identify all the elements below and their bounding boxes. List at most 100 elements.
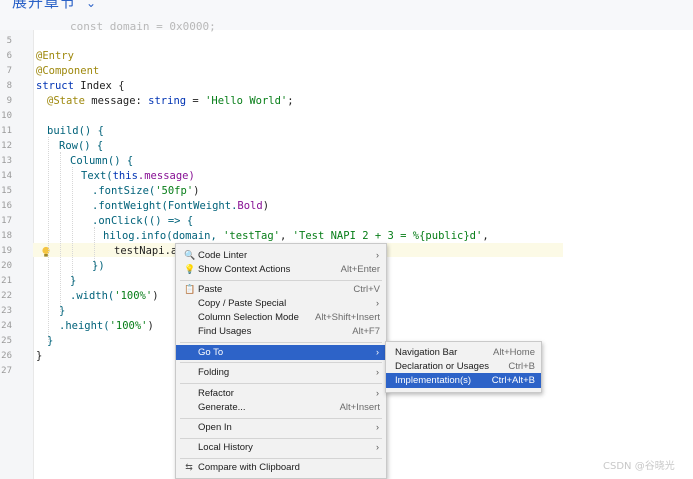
code-line: .fontSize('50fp') xyxy=(92,185,200,197)
code-line: Column() { xyxy=(70,155,134,167)
line-number: 19 xyxy=(1,246,12,256)
menu-separator xyxy=(180,362,382,363)
menu-item-shortcut: Ctrl+V xyxy=(353,284,380,295)
code-line: } xyxy=(70,275,77,287)
expand-chapter-toggle[interactable]: 展开章节 ⌄ xyxy=(12,0,97,12)
menu-item-label: Column Selection Mode xyxy=(198,312,299,323)
code-line: .onClick(() => { xyxy=(92,215,194,227)
bulb-icon: 💡 xyxy=(184,264,196,274)
menu-item-code-linter[interactable]: 🔍 Code Linter › xyxy=(176,248,386,263)
menu-separator xyxy=(180,383,382,384)
menu-item-label: Folding xyxy=(198,367,230,378)
code-line: @State message: string = 'Hello World'; xyxy=(47,95,294,107)
menu-separator xyxy=(180,342,382,343)
line-number: 26 xyxy=(1,351,12,361)
line-number: 9 xyxy=(6,96,12,106)
menu-item-show-context-actions[interactable]: 💡 Show Context Actions Alt+Enter xyxy=(176,262,386,277)
menu-item-column-selection-mode[interactable]: Column Selection Mode Alt+Shift+Insert xyxy=(176,310,386,325)
line-number: 6 xyxy=(6,51,12,61)
menu-item-open-in[interactable]: Open In › xyxy=(176,420,386,435)
menu-item-label: Copy / Paste Special xyxy=(198,298,287,309)
code-linter-icon: 🔍 xyxy=(184,250,196,260)
line-number: 7 xyxy=(6,66,12,76)
code-line: .fontWeight(FontWeight.Bold) xyxy=(92,200,270,212)
menu-item-label: Open In xyxy=(198,422,232,433)
menu-item-shortcut: Alt+Home xyxy=(493,347,535,358)
menu-item-compare-with-clipboard[interactable]: ⇆ Compare with Clipboard xyxy=(176,460,386,475)
watermark: CSDN @谷晓光 xyxy=(603,461,675,472)
menu-item-paste[interactable]: 📋 Paste Ctrl+V xyxy=(176,282,386,297)
lightbulb-icon[interactable] xyxy=(41,243,51,257)
submenu-arrow-icon: › xyxy=(376,422,379,432)
menu-item-label: Implementation(s) xyxy=(395,375,472,386)
code-line: .width('100%') xyxy=(70,290,159,302)
menu-item-label: Show Context Actions xyxy=(198,264,291,275)
line-number: 25 xyxy=(1,336,12,346)
chapter-toggle-label: 展开章节 xyxy=(12,0,77,11)
menu-item-find-usages[interactable]: Find Usages Alt+F7 xyxy=(176,324,386,339)
line-number: 11 xyxy=(1,126,12,136)
top-bar: const domain = 0x0000; 展开章节 ⌄ xyxy=(0,0,693,33)
line-number: 10 xyxy=(1,111,12,121)
scrolled-code-line: const domain = 0x0000; xyxy=(70,20,216,33)
menu-item-shortcut: Alt+F7 xyxy=(352,326,380,337)
line-number: 14 xyxy=(1,171,12,181)
menu-separator xyxy=(180,418,382,419)
code-line: @Component xyxy=(36,65,100,77)
line-number: 18 xyxy=(1,231,12,241)
indent-guide xyxy=(72,167,73,282)
line-number: 20 xyxy=(1,261,12,271)
code-line: struct Index { xyxy=(36,80,125,92)
line-number: 22 xyxy=(1,291,12,301)
submenu-arrow-icon: › xyxy=(376,250,379,260)
line-number: 23 xyxy=(1,306,12,316)
menu-item-declaration-or-usages[interactable]: Declaration or Usages Ctrl+B xyxy=(386,359,541,374)
menu-separator xyxy=(180,280,382,281)
menu-item-label: Declaration or Usages xyxy=(395,361,489,372)
menu-item-shortcut: Alt+Shift+Insert xyxy=(315,312,380,323)
menu-item-label: Paste xyxy=(198,284,223,295)
menu-item-label: Local History xyxy=(198,442,253,453)
code-line: } xyxy=(59,305,66,317)
menu-item-copy-paste-special[interactable]: Copy / Paste Special › xyxy=(176,296,386,311)
code-line: Row() { xyxy=(59,140,104,152)
submenu-arrow-icon: › xyxy=(376,442,379,452)
indent-guide xyxy=(48,137,49,342)
menu-item-label: Code Linter xyxy=(198,250,248,261)
menu-item-navigation-bar[interactable]: Navigation Bar Alt+Home xyxy=(386,345,541,360)
menu-item-shortcut: Alt+Insert xyxy=(339,402,380,413)
menu-item-label: Navigation Bar xyxy=(395,347,458,358)
menu-item-refactor[interactable]: Refactor › xyxy=(176,386,386,401)
submenu-arrow-icon: › xyxy=(376,367,379,377)
menu-item-label: Generate... xyxy=(198,402,246,413)
code-line: @Entry xyxy=(36,50,74,62)
code-line: .height('100%') xyxy=(59,320,154,332)
menu-item-generate[interactable]: Generate... Alt+Insert xyxy=(176,400,386,415)
goto-submenu: Navigation Bar Alt+Home Declaration or U… xyxy=(385,341,542,393)
line-number: 15 xyxy=(1,186,12,196)
line-number: 17 xyxy=(1,216,12,226)
menu-item-local-history[interactable]: Local History › xyxy=(176,440,386,455)
code-line: Text(this.message) xyxy=(81,170,195,182)
submenu-arrow-icon: › xyxy=(376,388,379,398)
line-number: 21 xyxy=(1,276,12,286)
menu-item-label: Go To xyxy=(198,347,224,358)
paste-icon: 📋 xyxy=(184,284,196,294)
line-number-gutter: 5 6 7 8 9 10 11 12 13 14 15 16 17 18 19 … xyxy=(0,30,34,479)
line-number: 12 xyxy=(1,141,12,151)
code-line: }) xyxy=(92,260,105,272)
line-number: 24 xyxy=(1,321,12,331)
menu-item-go-to[interactable]: Go To › xyxy=(176,345,386,360)
menu-item-label: Compare with Clipboard xyxy=(198,462,300,473)
menu-item-label: Refactor xyxy=(198,388,234,399)
menu-item-folding[interactable]: Folding › xyxy=(176,365,386,380)
menu-separator xyxy=(180,438,382,439)
menu-item-implementations[interactable]: Implementation(s) Ctrl+Alt+B xyxy=(386,373,541,388)
menu-item-shortcut: Ctrl+B xyxy=(508,361,535,372)
menu-item-shortcut: Ctrl+Alt+B xyxy=(491,375,535,386)
submenu-arrow-icon: › xyxy=(376,298,379,308)
chevron-down-icon: ⌄ xyxy=(86,0,98,10)
line-number: 8 xyxy=(6,81,12,91)
menu-item-shortcut: Alt+Enter xyxy=(340,264,380,275)
compare-icon: ⇆ xyxy=(185,462,193,472)
